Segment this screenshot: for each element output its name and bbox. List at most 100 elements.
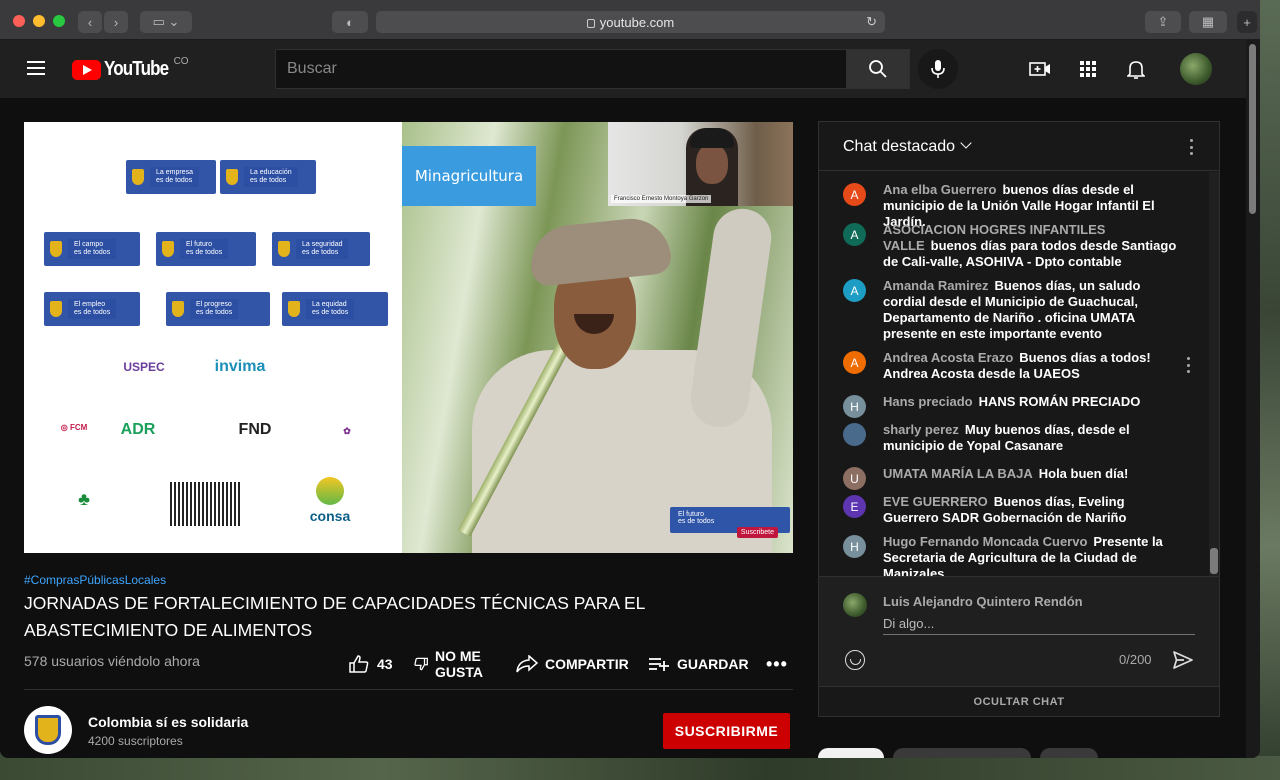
hide-chat-button[interactable]: OCULTAR CHAT	[819, 686, 1219, 717]
apps-grid-icon[interactable]	[1076, 57, 1100, 81]
desktop-background-bottom	[0, 756, 1280, 780]
emoji-picker-icon[interactable]	[845, 650, 865, 670]
search-input[interactable]	[276, 50, 846, 88]
notifications-bell-icon[interactable]	[1124, 57, 1148, 81]
filter-chip[interactable]	[1040, 748, 1098, 758]
alimentos-logo: ✿	[343, 426, 351, 437]
chat-header: Chat destacado	[819, 122, 1219, 171]
minimize-window-button[interactable]	[33, 15, 45, 27]
channel-avatar[interactable]	[24, 706, 72, 754]
video-player[interactable]: La empresa es de todos La educación es de …	[24, 122, 793, 553]
close-window-button[interactable]	[13, 15, 25, 27]
author-name[interactable]: EVE GUERRERO	[883, 494, 988, 509]
playlist-add-icon	[649, 658, 669, 671]
back-icon[interactable]: ‹	[78, 11, 102, 33]
slide-logos-panel: La empresa es de todos La educación es de …	[24, 122, 402, 553]
author-avatar[interactable]	[843, 423, 866, 446]
country-code: CO	[173, 56, 189, 67]
adr-logo: ADR	[120, 420, 156, 438]
chat-message[interactable]: A Amanda Ramirez Buenos días, un saludo co…	[843, 278, 1181, 342]
chat-scrollbar-thumb[interactable]	[1210, 548, 1218, 574]
government-logo: La equidad es de todos	[282, 292, 388, 326]
chat-scrollbar[interactable]	[1209, 172, 1219, 576]
page-scrollbar[interactable]	[1246, 40, 1260, 758]
fnd-logo: FND	[238, 420, 272, 438]
author-name[interactable]: sharly perez	[883, 422, 959, 437]
lock-icon	[586, 18, 595, 28]
chat-message[interactable]: H Hans preciado HANS ROMÁN PRECIADO	[843, 394, 1181, 418]
create-video-icon[interactable]	[1028, 57, 1052, 81]
filter-chip[interactable]	[893, 748, 1031, 758]
dislike-label-line: NO ME	[435, 648, 481, 664]
badge-line: El futuro	[678, 511, 705, 518]
chat-options-icon[interactable]	[1189, 139, 1193, 155]
chat-message[interactable]: sharly perez Muy buenos días, desde el mu…	[843, 422, 1181, 454]
author-avatar[interactable]: H	[843, 395, 866, 418]
farmer-hat	[527, 214, 673, 288]
url-text: youtube.com	[599, 14, 675, 30]
address-bar[interactable]: youtube.com ↻	[376, 11, 885, 33]
channel-name[interactable]: Colombia sí es solidaria	[88, 714, 248, 730]
zoom-window-button[interactable]	[53, 15, 65, 27]
new-tab-icon[interactable]: +	[1237, 11, 1257, 33]
search-button[interactable]	[846, 49, 910, 89]
author-avatar[interactable]: A	[843, 183, 866, 206]
chat-message[interactable]: E EVE GUERRERO Buenos días, Eveling Guerre…	[843, 494, 1181, 526]
account-avatar[interactable]	[1180, 53, 1212, 85]
author-avatar[interactable]: E	[843, 495, 866, 518]
menu-icon[interactable]	[27, 61, 45, 75]
dislike-button[interactable]: NO ME GUSTA	[414, 647, 483, 681]
like-button[interactable]: 43	[349, 647, 393, 681]
save-label: GUARDAR	[677, 656, 749, 672]
badge-line: es de todos	[678, 518, 715, 525]
chat-message[interactable]: U UMATA MARÍA LA BAJA Hola buen día!	[843, 466, 1181, 490]
chat-message[interactable]: H Hugo Fernando Moncada Cuervo Presente la…	[843, 534, 1181, 576]
author-name[interactable]: Ana elba Guerrero	[883, 182, 996, 197]
author-avatar[interactable]: A	[843, 351, 866, 374]
chat-mode-selector[interactable]: Chat destacado	[843, 138, 955, 156]
slide-photo-panel: Minagricultura Francisco Ernesto Montoya…	[402, 122, 793, 553]
search-icon	[869, 60, 887, 78]
desktop-background-right	[1258, 0, 1280, 780]
chat-message[interactable]: A Andrea Acosta Erazo Buenos días a todos!…	[843, 350, 1181, 382]
chevron-down-icon[interactable]	[960, 137, 972, 149]
message-options-icon[interactable]	[1186, 357, 1190, 373]
live-viewer-count: 578 usuarios viéndolo ahora	[24, 653, 200, 669]
chat-message-input[interactable]	[883, 612, 1195, 635]
tab-overview-icon[interactable]: ▦	[1189, 11, 1227, 33]
author-name[interactable]: Hans preciado	[883, 394, 973, 409]
subscribe-button[interactable]: SUSCRIBIRME	[663, 713, 790, 749]
forward-icon[interactable]: ›	[104, 11, 128, 33]
privacy-shield-icon[interactable]: ◐	[332, 11, 368, 33]
like-count: 43	[377, 656, 393, 672]
reload-icon[interactable]: ↻	[866, 14, 877, 30]
author-name[interactable]: Amanda Ramirez	[883, 278, 988, 293]
author-avatar[interactable]: A	[843, 279, 866, 302]
voice-search-button[interactable]	[918, 49, 958, 89]
thumbs-up-icon	[349, 655, 369, 673]
author-name[interactable]: UMATA MARÍA LA BAJA	[883, 466, 1033, 481]
author-avatar[interactable]: A	[843, 223, 866, 246]
more-actions-icon[interactable]: •••	[766, 647, 788, 681]
share-button[interactable]: COMPARTIR	[516, 647, 629, 681]
author-name[interactable]: Andrea Acosta Erazo	[883, 350, 1013, 365]
author-avatar[interactable]: U	[843, 467, 866, 490]
chat-messages[interactable]: A Ana elba Guerrero buenos días desde el m…	[819, 172, 1211, 576]
author-name[interactable]: Hugo Fernando Moncada Cuervo	[883, 534, 1087, 549]
dislike-label-line: GUSTA	[435, 664, 483, 680]
page-scrollbar-thumb[interactable]	[1249, 44, 1256, 214]
send-icon[interactable]	[1171, 648, 1195, 672]
video-hashtag[interactable]: #ComprasPúblicasLocales	[24, 573, 166, 587]
government-logo: La seguridad es de todos	[272, 232, 370, 266]
save-button[interactable]: GUARDAR	[648, 647, 749, 681]
youtube-logo[interactable]: YouTube CO	[72, 56, 189, 81]
sidebar-toggle-icon[interactable]: ▭ ⌄	[140, 11, 192, 33]
chat-message[interactable]: A ASOCIACION HOGRES INFANTILES VALLE bueno…	[843, 222, 1181, 270]
share-icon[interactable]: ⇪	[1145, 11, 1181, 33]
subscribe-watermark[interactable]: El futuro es de todos Suscribete	[670, 507, 790, 538]
speaker-webcam: Francisco Ernesto Montoya Garzon	[608, 122, 793, 206]
government-logo: La educación es de todos	[220, 160, 316, 194]
message-text: Hola buen día!	[1038, 466, 1129, 481]
filter-chip[interactable]	[818, 748, 884, 758]
author-avatar[interactable]: H	[843, 535, 866, 558]
